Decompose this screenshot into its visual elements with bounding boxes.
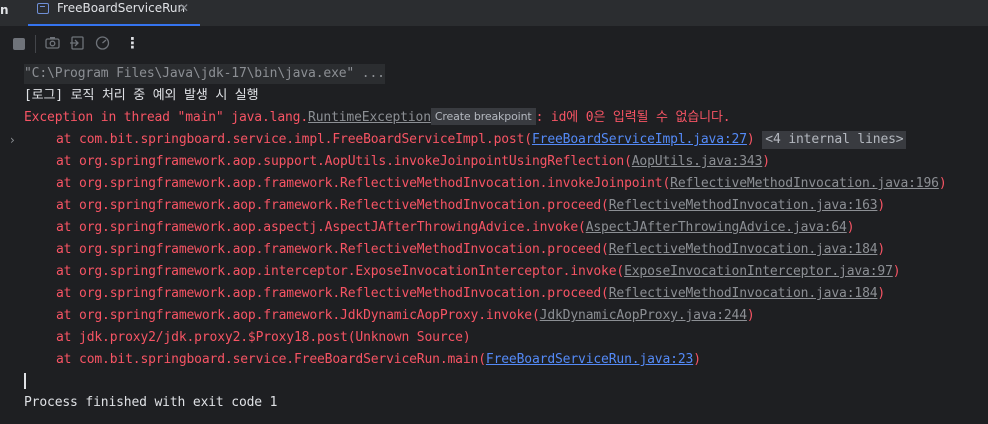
source-link[interactable]: ReflectiveMethodInvocation.java:163 <box>609 198 878 213</box>
source-link[interactable]: AspectJAfterThrowingAdvice.java:64 <box>586 220 847 235</box>
exception-prefix: Exception in thread "main" java.lang. <box>24 110 309 125</box>
exit-line: Process finished with exit code 1 <box>24 395 278 410</box>
tab-freeboardservicerun[interactable]: FreeBoardServiceRun ✕ <box>28 0 200 26</box>
source-link[interactable]: ExposeInvocationInterceptor.java:97 <box>624 264 893 279</box>
exception-message: : id에 0은 입력될 수 없습니다. <box>535 110 731 125</box>
run-tab-bar: n FreeBoardServiceRun ✕ <box>0 0 988 27</box>
stack-frame: at org.springframework.aop.framework.Ref… <box>56 240 885 260</box>
tab-label: FreeBoardServiceRun <box>57 1 186 15</box>
console-output[interactable]: › "C:\Program Files\Java\jdk-17\bin\java… <box>0 62 988 424</box>
stack-frame: at org.springframework.aop.framework.Jdk… <box>56 306 755 326</box>
stack-frame-suffix: ) <box>938 176 947 191</box>
stack-frame-text: at com.bit.springboard.service.FreeBoard… <box>56 352 486 367</box>
command-line[interactable]: "C:\Program Files\Java\jdk-17\bin\java.e… <box>24 64 385 84</box>
stack-frame: at org.springframework.aop.support.AopUt… <box>56 152 770 172</box>
stack-frame-suffix: ) <box>746 132 755 147</box>
source-link[interactable]: AopUtils.java:343 <box>632 154 763 169</box>
toolbar-separator <box>35 35 36 53</box>
console-toolbar: ⋮ <box>0 27 988 61</box>
stop-icon[interactable] <box>13 38 25 50</box>
stack-frame-text: at org.springframework.aop.framework.Ref… <box>56 286 609 301</box>
stack-frame-suffix: ) <box>846 220 855 235</box>
create-breakpoint-button[interactable]: Create breakpoint <box>430 108 536 125</box>
exception-line: Exception in thread "main" java.lang.Run… <box>24 108 731 128</box>
stack-frame-text: at org.springframework.aop.framework.Ref… <box>56 242 609 257</box>
stack-frame-suffix: ) <box>746 308 755 323</box>
stack-frame-text: at org.springframework.aop.interceptor.E… <box>56 264 625 279</box>
active-tab-indicator <box>28 24 200 26</box>
stack-frame: at org.springframework.aop.framework.Ref… <box>56 196 885 216</box>
stack-frame-text: at org.springframework.aop.aspectj.Aspec… <box>56 220 586 235</box>
stack-frame-text: at org.springframework.aop.support.AopUt… <box>56 154 632 169</box>
stack-frame-suffix: ) <box>877 242 886 257</box>
source-link[interactable]: ReflectiveMethodInvocation.java:184 <box>609 286 878 301</box>
stack-frame-text: at jdk.proxy2/jdk.proxy2.$Proxy18.post(U… <box>56 330 471 345</box>
fold-chevron-icon[interactable]: › <box>10 133 15 147</box>
source-link[interactable]: FreeBoardServiceImpl.java:27 <box>532 132 747 147</box>
stack-frame-text: at org.springframework.aop.framework.Jdk… <box>56 308 540 323</box>
source-link[interactable]: FreeBoardServiceRun.java:23 <box>486 352 693 367</box>
source-link[interactable]: ReflectiveMethodInvocation.java:184 <box>609 242 878 257</box>
log-line: [로그] 로직 처리 중 예외 발생 시 실행 <box>24 88 259 103</box>
stack-frame: at org.springframework.aop.framework.Ref… <box>56 284 885 304</box>
stack-frame-text: at com.bit.springboard.service.impl.Free… <box>56 132 532 147</box>
text-cursor <box>24 373 26 389</box>
camera-icon[interactable] <box>45 36 60 50</box>
stack-frame-suffix: ) <box>877 286 886 301</box>
more-options-icon[interactable]: ⋮ <box>125 34 140 52</box>
source-link[interactable]: JdkDynamicAopProxy.java:244 <box>540 308 747 323</box>
stack-frame: at org.springframework.aop.aspectj.Aspec… <box>56 218 855 238</box>
stack-frame: at jdk.proxy2/jdk.proxy2.$Proxy18.post(U… <box>56 328 471 348</box>
stack-frame: at org.springframework.aop.framework.Ref… <box>56 174 947 194</box>
internal-lines-badge[interactable]: <4 internal lines> <box>762 131 907 149</box>
source-link[interactable]: ReflectiveMethodInvocation.java:196 <box>670 176 939 191</box>
stack-frame-suffix: ) <box>762 154 770 169</box>
stack-frame-text: at org.springframework.aop.framework.Ref… <box>56 176 671 191</box>
close-icon[interactable]: ✕ <box>179 0 189 17</box>
exception-class-link[interactable]: RuntimeException <box>308 110 431 125</box>
stack-frame-suffix: ) <box>693 352 701 367</box>
restore-layout-icon[interactable] <box>70 36 84 50</box>
run-config-icon <box>37 3 49 14</box>
stack-frame-text: at org.springframework.aop.framework.Ref… <box>56 198 609 213</box>
stack-frame: at com.bit.springboard.service.FreeBoard… <box>56 350 701 370</box>
stack-frame: at com.bit.springboard.service.impl.Free… <box>56 130 907 150</box>
dashboard-icon[interactable] <box>95 36 110 50</box>
stack-frame-suffix: ) <box>892 264 901 279</box>
truncated-tab-label[interactable]: n <box>0 0 9 26</box>
stack-frame-suffix: ) <box>877 198 886 213</box>
stack-frame: at org.springframework.aop.interceptor.E… <box>56 262 901 282</box>
